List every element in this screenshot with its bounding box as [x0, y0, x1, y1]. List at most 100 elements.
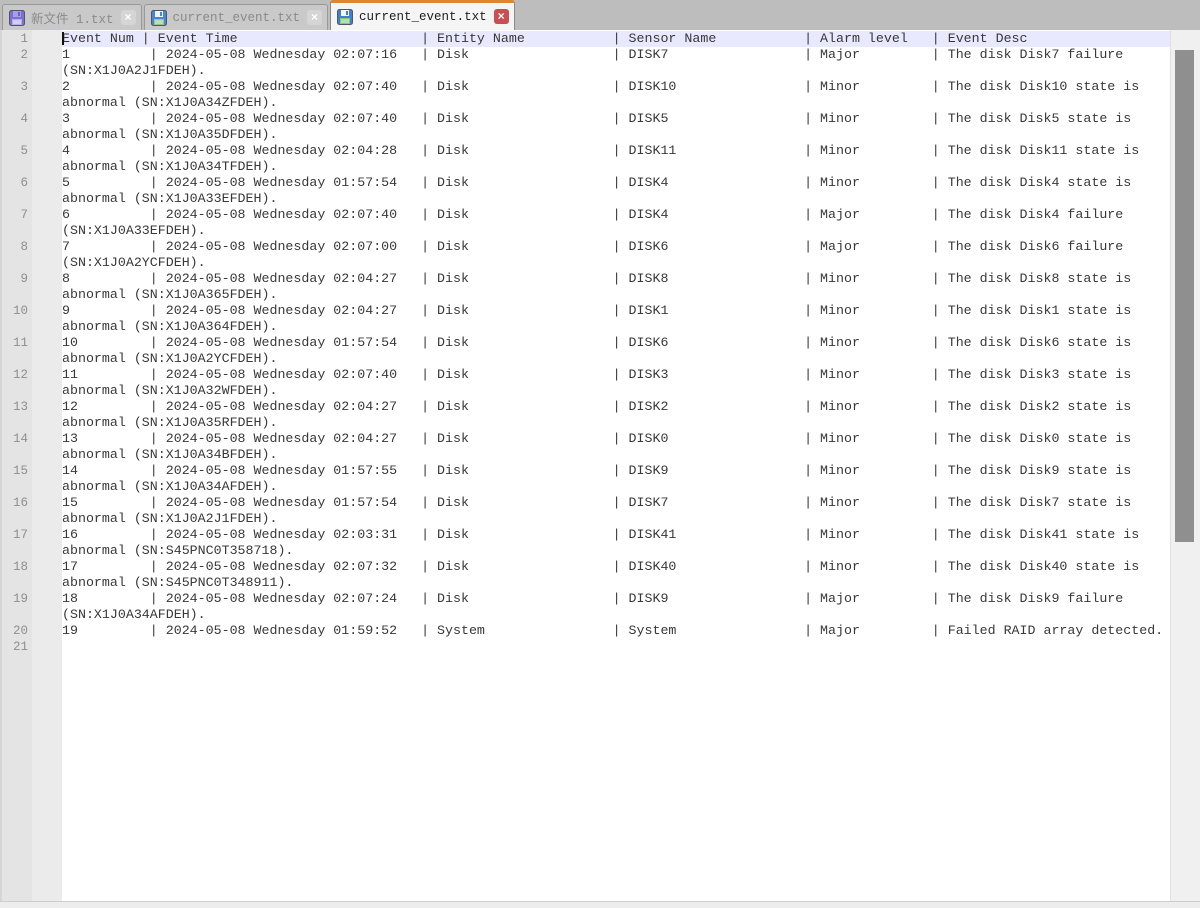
floppy-disk-icon	[337, 9, 353, 25]
log-line[interactable]: abnormal (SN:X1J0A34BFDEH).	[0, 447, 1170, 463]
line-text: abnormal (SN:X1J0A35RFDEH).	[62, 415, 1170, 431]
log-line[interactable]: (SN:X1J0A34AFDEH).	[0, 607, 1170, 623]
log-line[interactable]: (SN:X1J0A2J1FDEH).	[0, 63, 1170, 79]
log-line[interactable]: 109 | 2024-05-08 Wednesday 02:04:27 | Di…	[0, 303, 1170, 319]
line-text: 15 | 2024-05-08 Wednesday 01:57:54 | Dis…	[62, 495, 1170, 511]
header-line[interactable]: 1Event Num | Event Time | Entity Name | …	[0, 31, 1170, 47]
log-line[interactable]: 1716 | 2024-05-08 Wednesday 02:03:31 | D…	[0, 527, 1170, 543]
log-line[interactable]: abnormal (SN:X1J0A35RFDEH).	[0, 415, 1170, 431]
line-text: 4 | 2024-05-08 Wednesday 02:04:28 | Disk…	[62, 143, 1170, 159]
tab-close-icon[interactable]: ×	[494, 9, 509, 24]
line-text: abnormal (SN:X1J0A33EFDEH).	[62, 191, 1170, 207]
tab-3[interactable]: current_event.txt ×	[330, 0, 515, 30]
line-number: 16	[0, 495, 62, 511]
line-text: (SN:X1J0A34AFDEH).	[62, 607, 1170, 623]
bottom-edge	[0, 901, 1200, 908]
line-text: abnormal (SN:X1J0A365FDEH).	[62, 287, 1170, 303]
line-number: 3	[0, 79, 62, 95]
log-line[interactable]: abnormal (SN:X1J0A34ZFDEH).	[0, 95, 1170, 111]
log-line[interactable]: abnormal (SN:X1J0A2YCFDEH).	[0, 351, 1170, 367]
scrollbar-thumb[interactable]	[1175, 50, 1194, 542]
line-number	[0, 575, 62, 591]
line-number	[0, 543, 62, 559]
line-number: 4	[0, 111, 62, 127]
log-line[interactable]: abnormal (SN:X1J0A365FDEH).	[0, 287, 1170, 303]
log-line[interactable]: abnormal (SN:X1J0A32WFDEH).	[0, 383, 1170, 399]
line-number: 5	[0, 143, 62, 159]
line-text: 14 | 2024-05-08 Wednesday 01:57:55 | Dis…	[62, 463, 1170, 479]
line-number: 8	[0, 239, 62, 255]
line-number: 11	[0, 335, 62, 351]
line-number: 9	[0, 271, 62, 287]
log-line[interactable]: 1817 | 2024-05-08 Wednesday 02:07:32 | D…	[0, 559, 1170, 575]
line-text: 3 | 2024-05-08 Wednesday 02:07:40 | Disk…	[62, 111, 1170, 127]
line-text: 6 | 2024-05-08 Wednesday 02:07:40 | Disk…	[62, 207, 1170, 223]
log-line[interactable]: 98 | 2024-05-08 Wednesday 02:04:27 | Dis…	[0, 271, 1170, 287]
log-line[interactable]: 1312 | 2024-05-08 Wednesday 02:04:27 | D…	[0, 399, 1170, 415]
vertical-scrollbar[interactable]	[1170, 30, 1200, 901]
tab-title: current_event.txt	[359, 10, 487, 24]
line-text: abnormal (SN:X1J0A34TFDEH).	[62, 159, 1170, 175]
log-line[interactable]: abnormal (SN:X1J0A33EFDEH).	[0, 191, 1170, 207]
log-line[interactable]: 21	[0, 639, 1170, 655]
log-line[interactable]: abnormal (SN:X1J0A34TFDEH).	[0, 159, 1170, 175]
log-line[interactable]: abnormal (SN:X1J0A2J1FDEH).	[0, 511, 1170, 527]
log-line[interactable]: abnormal (SN:S45PNC0T358718).	[0, 543, 1170, 559]
text-content[interactable]: 1Event Num | Event Time | Entity Name | …	[0, 31, 1170, 655]
log-line[interactable]: 54 | 2024-05-08 Wednesday 02:04:28 | Dis…	[0, 143, 1170, 159]
line-text: abnormal (SN:X1J0A35DFDEH).	[62, 127, 1170, 143]
log-line[interactable]: (SN:X1J0A2YCFDEH).	[0, 255, 1170, 271]
line-text: abnormal (SN:S45PNC0T358718).	[62, 543, 1170, 559]
floppy-disk-icon	[9, 10, 25, 26]
line-number	[0, 159, 62, 175]
tab-close-icon[interactable]: ×	[307, 10, 322, 25]
line-number	[0, 447, 62, 463]
tab-bar: 新文件 1.txt×current_event.txt×current_even…	[0, 0, 1200, 30]
line-number	[0, 287, 62, 303]
log-line[interactable]: 1918 | 2024-05-08 Wednesday 02:07:24 | D…	[0, 591, 1170, 607]
line-number: 17	[0, 527, 62, 543]
log-line[interactable]: 1514 | 2024-05-08 Wednesday 01:57:55 | D…	[0, 463, 1170, 479]
line-text: 18 | 2024-05-08 Wednesday 02:07:24 | Dis…	[62, 591, 1170, 607]
line-number	[0, 127, 62, 143]
log-line[interactable]: abnormal (SN:X1J0A34AFDEH).	[0, 479, 1170, 495]
line-number: 12	[0, 367, 62, 383]
log-line[interactable]: abnormal (SN:X1J0A364FDEH).	[0, 319, 1170, 335]
line-number	[0, 415, 62, 431]
line-text: 13 | 2024-05-08 Wednesday 02:04:27 | Dis…	[62, 431, 1170, 447]
line-number: 13	[0, 399, 62, 415]
log-line[interactable]: 1211 | 2024-05-08 Wednesday 02:07:40 | D…	[0, 367, 1170, 383]
line-text: (SN:X1J0A2YCFDEH).	[62, 255, 1170, 271]
line-number	[0, 223, 62, 239]
line-text: 7 | 2024-05-08 Wednesday 02:07:00 | Disk…	[62, 239, 1170, 255]
tab-close-icon[interactable]: ×	[121, 10, 136, 25]
tab-2[interactable]: current_event.txt×	[144, 4, 329, 30]
editor-area[interactable]: 1Event Num | Event Time | Entity Name | …	[0, 30, 1200, 901]
line-text: abnormal (SN:X1J0A2J1FDEH).	[62, 511, 1170, 527]
log-line[interactable]: 1413 | 2024-05-08 Wednesday 02:04:27 | D…	[0, 431, 1170, 447]
line-text: abnormal (SN:X1J0A34ZFDEH).	[62, 95, 1170, 111]
log-line[interactable]: 1110 | 2024-05-08 Wednesday 01:57:54 | D…	[0, 335, 1170, 351]
line-text: 5 | 2024-05-08 Wednesday 01:57:54 | Disk…	[62, 175, 1170, 191]
log-line[interactable]: 43 | 2024-05-08 Wednesday 02:07:40 | Dis…	[0, 111, 1170, 127]
line-text: 12 | 2024-05-08 Wednesday 02:04:27 | Dis…	[62, 399, 1170, 415]
log-line[interactable]: (SN:X1J0A33EFDEH).	[0, 223, 1170, 239]
line-text: 17 | 2024-05-08 Wednesday 02:07:32 | Dis…	[62, 559, 1170, 575]
tab-1[interactable]: 新文件 1.txt×	[2, 4, 142, 30]
line-text: 2 | 2024-05-08 Wednesday 02:07:40 | Disk…	[62, 79, 1170, 95]
line-text: 10 | 2024-05-08 Wednesday 01:57:54 | Dis…	[62, 335, 1170, 351]
log-line[interactable]: abnormal (SN:X1J0A35DFDEH).	[0, 127, 1170, 143]
log-line[interactable]: 87 | 2024-05-08 Wednesday 02:07:00 | Dis…	[0, 239, 1170, 255]
notepad-window: 新文件 1.txt×current_event.txt×current_even…	[0, 0, 1200, 908]
log-line[interactable]: abnormal (SN:S45PNC0T348911).	[0, 575, 1170, 591]
log-line[interactable]: 1615 | 2024-05-08 Wednesday 01:57:54 | D…	[0, 495, 1170, 511]
line-number: 1	[0, 31, 62, 47]
log-line[interactable]: 21 | 2024-05-08 Wednesday 02:07:16 | Dis…	[0, 47, 1170, 63]
log-line[interactable]: 2019 | 2024-05-08 Wednesday 01:59:52 | S…	[0, 623, 1170, 639]
log-line[interactable]: 65 | 2024-05-08 Wednesday 01:57:54 | Dis…	[0, 175, 1170, 191]
log-line[interactable]: 32 | 2024-05-08 Wednesday 02:07:40 | Dis…	[0, 79, 1170, 95]
line-number: 10	[0, 303, 62, 319]
line-number: 6	[0, 175, 62, 191]
line-text: 19 | 2024-05-08 Wednesday 01:59:52 | Sys…	[62, 623, 1170, 639]
log-line[interactable]: 76 | 2024-05-08 Wednesday 02:07:40 | Dis…	[0, 207, 1170, 223]
